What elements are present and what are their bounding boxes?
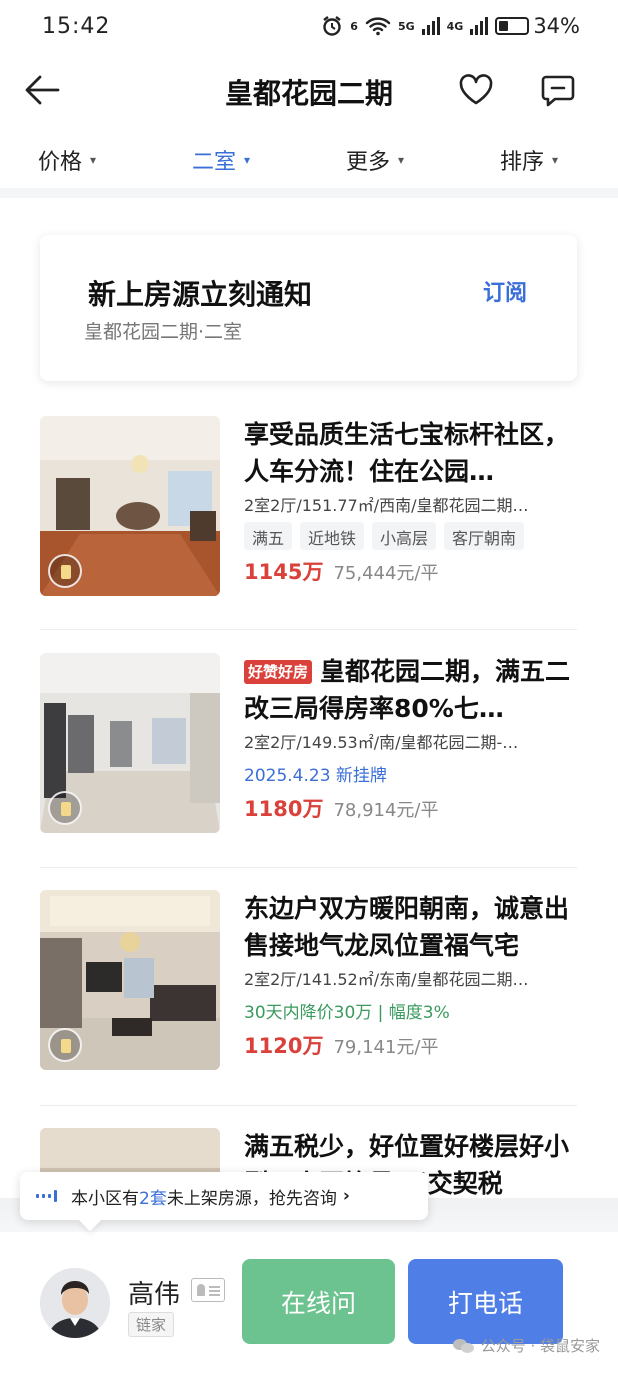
agent-avatar[interactable] bbox=[40, 1268, 110, 1338]
vr-tour-icon bbox=[48, 554, 82, 588]
filter-sort[interactable]: 排序 ▾ bbox=[500, 144, 558, 176]
chevron-down-icon: ▾ bbox=[90, 153, 97, 167]
status-time: 15:42 bbox=[42, 14, 111, 39]
nav-bar: 皇都花园二期 bbox=[0, 58, 618, 122]
price-row: 1180万 78,914元/平 bbox=[244, 793, 577, 823]
listing-title-wrap: 好赞好房 皇都花园二期，满五二改三局得房率80%七… bbox=[244, 653, 577, 727]
chevron-down-icon: ▾ bbox=[398, 153, 405, 167]
net-label-3: 4G bbox=[446, 19, 464, 33]
battery-icon bbox=[495, 17, 530, 35]
call-button[interactable]: 打电话 bbox=[408, 1259, 563, 1344]
price-row: 1145万 75,444元/平 bbox=[244, 556, 577, 586]
chevron-down-icon: ▾ bbox=[244, 153, 251, 167]
filter-more[interactable]: 更多 ▾ bbox=[346, 144, 404, 176]
listing-meta: 2室2厅/149.53㎡/南/皇都花园二期-… bbox=[244, 733, 519, 752]
listing-info: 东边户双方暖阳朝南，诚意出售接地气龙凤位置福气宅 2室2厅/141.52㎡/东南… bbox=[244, 890, 577, 1060]
wechat-icon bbox=[452, 1338, 475, 1354]
signal-bars-icon bbox=[36, 1190, 57, 1202]
battery: 34% bbox=[495, 14, 580, 38]
price-drop-note: 30天内降价30万 | 幅度3% bbox=[244, 1003, 450, 1023]
signal-icon bbox=[421, 17, 440, 35]
section-divider bbox=[0, 188, 618, 198]
listing-photo[interactable] bbox=[40, 890, 220, 1070]
total-price: 1120万 bbox=[244, 1034, 324, 1058]
listing-tag: 小高层 bbox=[372, 522, 437, 550]
filter-bar: 价格 ▾ 二室 ▾ 更多 ▾ 排序 ▾ bbox=[0, 138, 618, 186]
tip-prefix: 本小区有 bbox=[71, 1188, 139, 1209]
status-icons: 6 5G 4G 34% bbox=[321, 14, 580, 38]
filter-price[interactable]: 价格 ▾ bbox=[38, 144, 96, 176]
tip-count: 2套 bbox=[139, 1188, 167, 1209]
listing-photo[interactable] bbox=[40, 416, 220, 596]
listing-card[interactable]: 好赞好房 皇都花园二期，满五二改三局得房率80%七… 2室2厅/149.53㎡/南… bbox=[40, 653, 577, 873]
back-button[interactable] bbox=[22, 70, 62, 110]
favorite-button[interactable] bbox=[456, 70, 496, 110]
agent-name: 高伟 bbox=[128, 1280, 181, 1310]
listing-photo[interactable] bbox=[40, 653, 220, 833]
agent-brand: 链家 bbox=[128, 1312, 175, 1337]
subscribe-title: 新上房源立刻通知 bbox=[88, 278, 313, 311]
good-house-badge: 好赞好房 bbox=[244, 660, 313, 684]
listing-meta: 2室2厅/141.52㎡/东南/皇都花园二期… bbox=[244, 970, 529, 989]
filter-label: 价格 bbox=[38, 150, 83, 175]
listing-card[interactable]: 享受品质生活七宝标杆社区，人车分流！住在公园… 2室2厅/151.77㎡/西南/… bbox=[40, 416, 577, 636]
tip-suffix: 未上架房源，抢先咨询 bbox=[166, 1188, 337, 1209]
alarm-icon bbox=[323, 16, 342, 36]
heart-icon bbox=[459, 74, 493, 105]
filter-label: 二室 bbox=[192, 150, 237, 175]
page-title: 皇都花园二期 bbox=[224, 77, 393, 110]
price-row: 1120万 79,141元/平 bbox=[244, 1030, 577, 1060]
listing-info: 好赞好房 皇都花园二期，满五二改三局得房率80%七… 2室2厅/149.53㎡/南… bbox=[244, 653, 577, 823]
chat-online-button[interactable]: 在线问 bbox=[242, 1259, 395, 1344]
vr-tour-icon bbox=[48, 1028, 82, 1062]
business-card-icon[interactable] bbox=[191, 1278, 225, 1302]
subscribe-subtitle: 皇都花园二期·二室 bbox=[84, 321, 243, 343]
total-price: 1180万 bbox=[244, 797, 324, 821]
back-arrow-icon bbox=[25, 75, 60, 105]
net-label-2: 5G bbox=[397, 19, 415, 33]
agent-photo bbox=[40, 1268, 110, 1338]
listing-tag: 客厅朝南 bbox=[444, 522, 525, 550]
battery-level: 34% bbox=[533, 14, 580, 38]
wifi-icon bbox=[365, 17, 391, 36]
filter-label: 更多 bbox=[346, 150, 391, 175]
unit-price: 79,141元/平 bbox=[333, 1037, 439, 1058]
filter-label: 排序 bbox=[500, 150, 545, 175]
listing-card[interactable]: 东边户双方暖阳朝南，诚意出售接地气龙凤位置福气宅 2室2厅/141.52㎡/东南… bbox=[40, 890, 577, 1110]
unlisted-tip[interactable]: 本小区有 2套 未上架房源，抢先咨询 › bbox=[20, 1172, 428, 1220]
listing-divider bbox=[40, 867, 577, 868]
subscribe-card: 新上房源立刻通知 皇都花园二期·二室 订阅 bbox=[40, 235, 577, 381]
chat-bubble-icon bbox=[541, 75, 575, 107]
watermark-text: 公众号 · 袋鼠安家 bbox=[480, 1337, 600, 1355]
net-label-1: 6 bbox=[350, 19, 358, 33]
listing-title: 东边户双方暖阳朝南，诚意出售接地气龙凤位置福气宅 bbox=[244, 894, 570, 960]
status-bar: 15:42 6 5G 4G 34% bbox=[0, 0, 618, 58]
listing-divider bbox=[40, 629, 577, 630]
message-button[interactable] bbox=[538, 70, 578, 110]
filter-rooms[interactable]: 二室 ▾ bbox=[192, 144, 250, 176]
listing-tag: 近地铁 bbox=[300, 522, 365, 550]
vr-tour-icon bbox=[48, 791, 82, 825]
chevron-right-icon: › bbox=[342, 1186, 350, 1206]
unit-price: 78,914元/平 bbox=[333, 800, 439, 821]
chevron-down-icon: ▾ bbox=[552, 153, 559, 167]
unit-price: 75,444元/平 bbox=[333, 563, 439, 584]
listing-title: 享受品质生活七宝标杆社区，人车分流！住在公园… bbox=[244, 420, 570, 486]
listing-new-note: 2025.4.23 新挂牌 bbox=[244, 766, 387, 786]
signal-icon-2 bbox=[470, 17, 489, 35]
listing-meta: 2室2厅/151.77㎡/西南/皇都花园二期… bbox=[244, 496, 529, 515]
listing-divider bbox=[40, 1105, 577, 1106]
listing-info: 享受品质生活七宝标杆社区，人车分流！住在公园… 2室2厅/151.77㎡/西南/… bbox=[244, 416, 577, 586]
subscribe-button[interactable]: 订阅 bbox=[483, 275, 527, 307]
listing-tag: 满五 bbox=[244, 522, 293, 550]
watermark: 公众号 · 袋鼠安家 bbox=[452, 1335, 600, 1356]
total-price: 1145万 bbox=[244, 560, 324, 584]
listing-tags: 满五 近地铁 小高层 客厅朝南 bbox=[244, 522, 577, 550]
